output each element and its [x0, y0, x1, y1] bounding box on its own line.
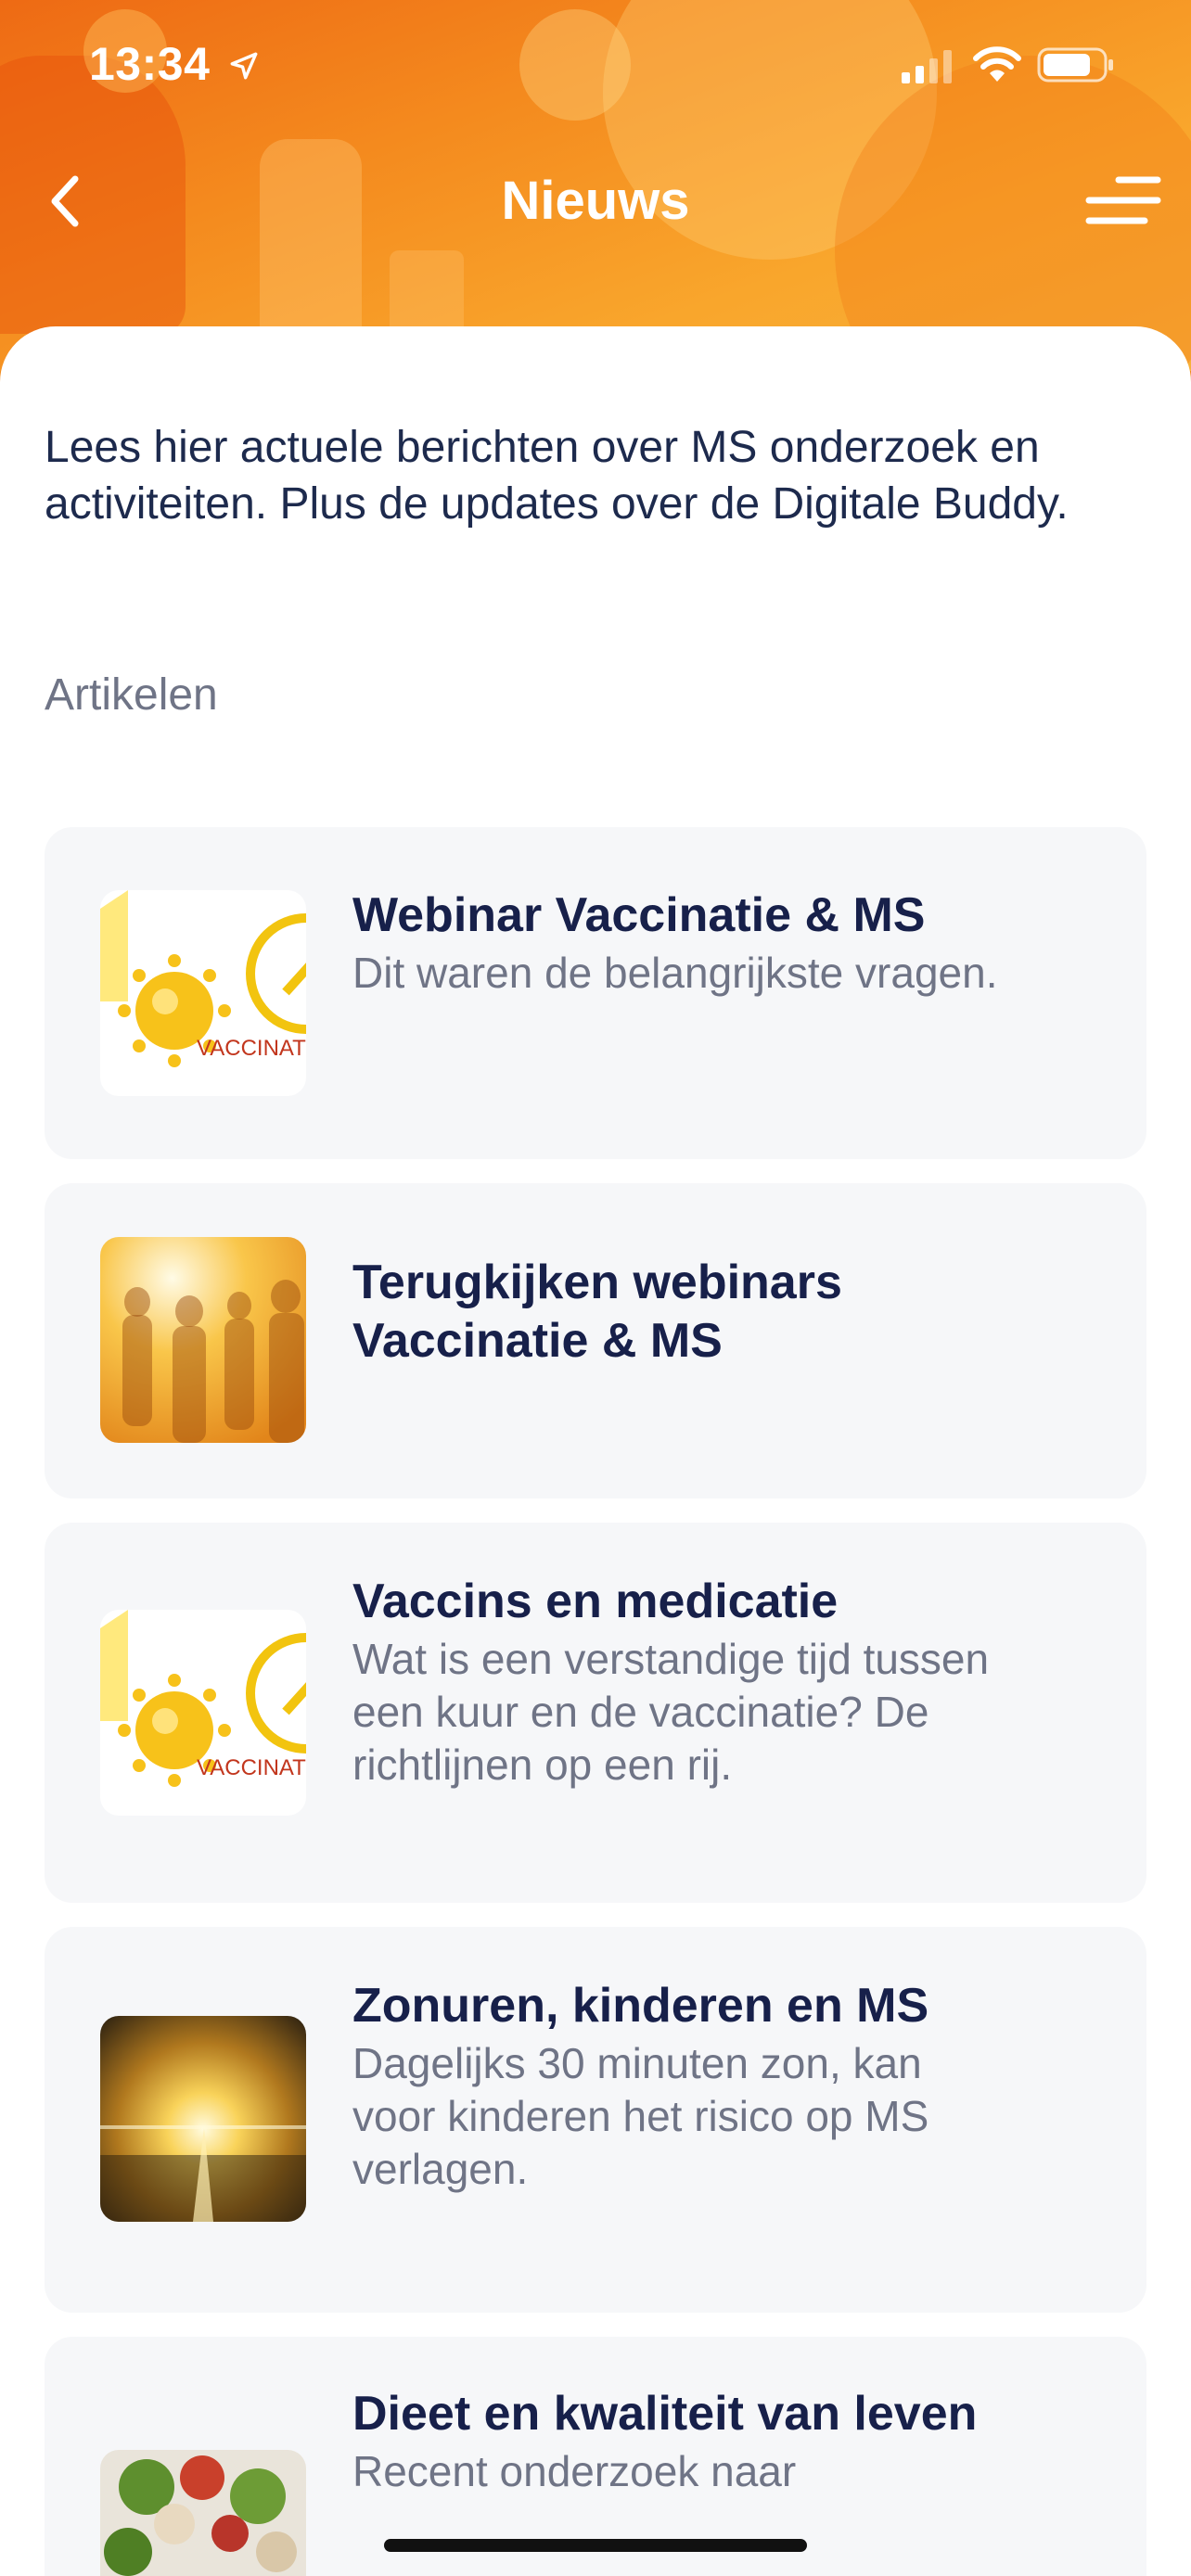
article-text: Vaccins en medicatie Wat is een verstand…: [352, 1573, 1002, 1792]
article-card[interactable]: Zonuren, kinderen en MS Dagelijks 30 min…: [45, 1927, 1146, 2313]
article-title: Terugkijken webinars Vaccinatie & MS: [352, 1256, 842, 1368]
page-title: Nieuws: [501, 171, 690, 231]
article-title: Webinar Vaccinatie & MS: [352, 888, 926, 942]
home-indicator: [384, 2539, 807, 2552]
article-card[interactable]: VACCINATII Webinar Vaccinatie & MS Dit w…: [45, 827, 1146, 1159]
battery-icon: [1037, 47, 1113, 83]
vaccinatie-thumb-text: VACCINATII: [197, 1755, 306, 1780]
nav-bar: Nieuws: [0, 148, 1191, 250]
menu-button[interactable]: [1076, 169, 1169, 234]
vaccinatie-thumb-text: VACCINATII: [197, 1036, 306, 1061]
article-title: Dieet en kwaliteit van leven: [352, 2387, 978, 2441]
header-banner: 13:34 Nieuws: [0, 0, 1191, 371]
vaccinatie-image: VACCINATII: [100, 1610, 306, 1816]
article-title: Zonuren, kinderen en MS: [352, 1979, 929, 2033]
article-subtitle: Dagelijks 30 minuten zon, kan voor kinde…: [352, 2039, 929, 2193]
vaccinatie-image: VACCINATII: [100, 890, 306, 1096]
sunset-image: [100, 2016, 306, 2222]
status-bar: 13:34: [0, 0, 1191, 130]
content-sheet: Lees hier actuele berichten over MS onde…: [0, 326, 1191, 2576]
article-text: Dieet en kwaliteit van leven Recent onde…: [352, 2385, 1002, 2498]
article-text: Terugkijken webinars Vaccinatie & MS: [352, 1254, 1002, 1371]
wifi-icon: [973, 46, 1021, 82]
signal-icon: [902, 50, 952, 83]
section-label: Artikelen: [45, 670, 218, 720]
article-text: Zonuren, kinderen en MS Dagelijks 30 min…: [352, 1977, 1002, 2196]
menu-icon: [1085, 176, 1161, 224]
article-title: Vaccins en medicatie: [352, 1575, 839, 1628]
article-text: Webinar Vaccinatie & MS Dit waren de bel…: [352, 886, 1002, 1000]
article-subtitle: Dit waren de belangrijkste vragen.: [352, 949, 998, 997]
salad-image: [100, 2450, 306, 2576]
intro-text: Lees hier actuele berichten over MS onde…: [45, 423, 1069, 529]
article-subtitle: Wat is een verstandige tijd tussen een k…: [352, 1635, 990, 1789]
crowd-image: [100, 1237, 306, 1443]
status-time: 13:34: [89, 38, 211, 90]
location-arrow-icon: [230, 52, 258, 80]
article-card[interactable]: VACCINATII Vaccins en medicatie Wat is e…: [45, 1523, 1146, 1903]
article-subtitle: Recent onderzoek naar: [352, 2447, 797, 2495]
article-card[interactable]: Terugkijken webinars Vaccinatie & MS: [45, 1183, 1146, 1498]
